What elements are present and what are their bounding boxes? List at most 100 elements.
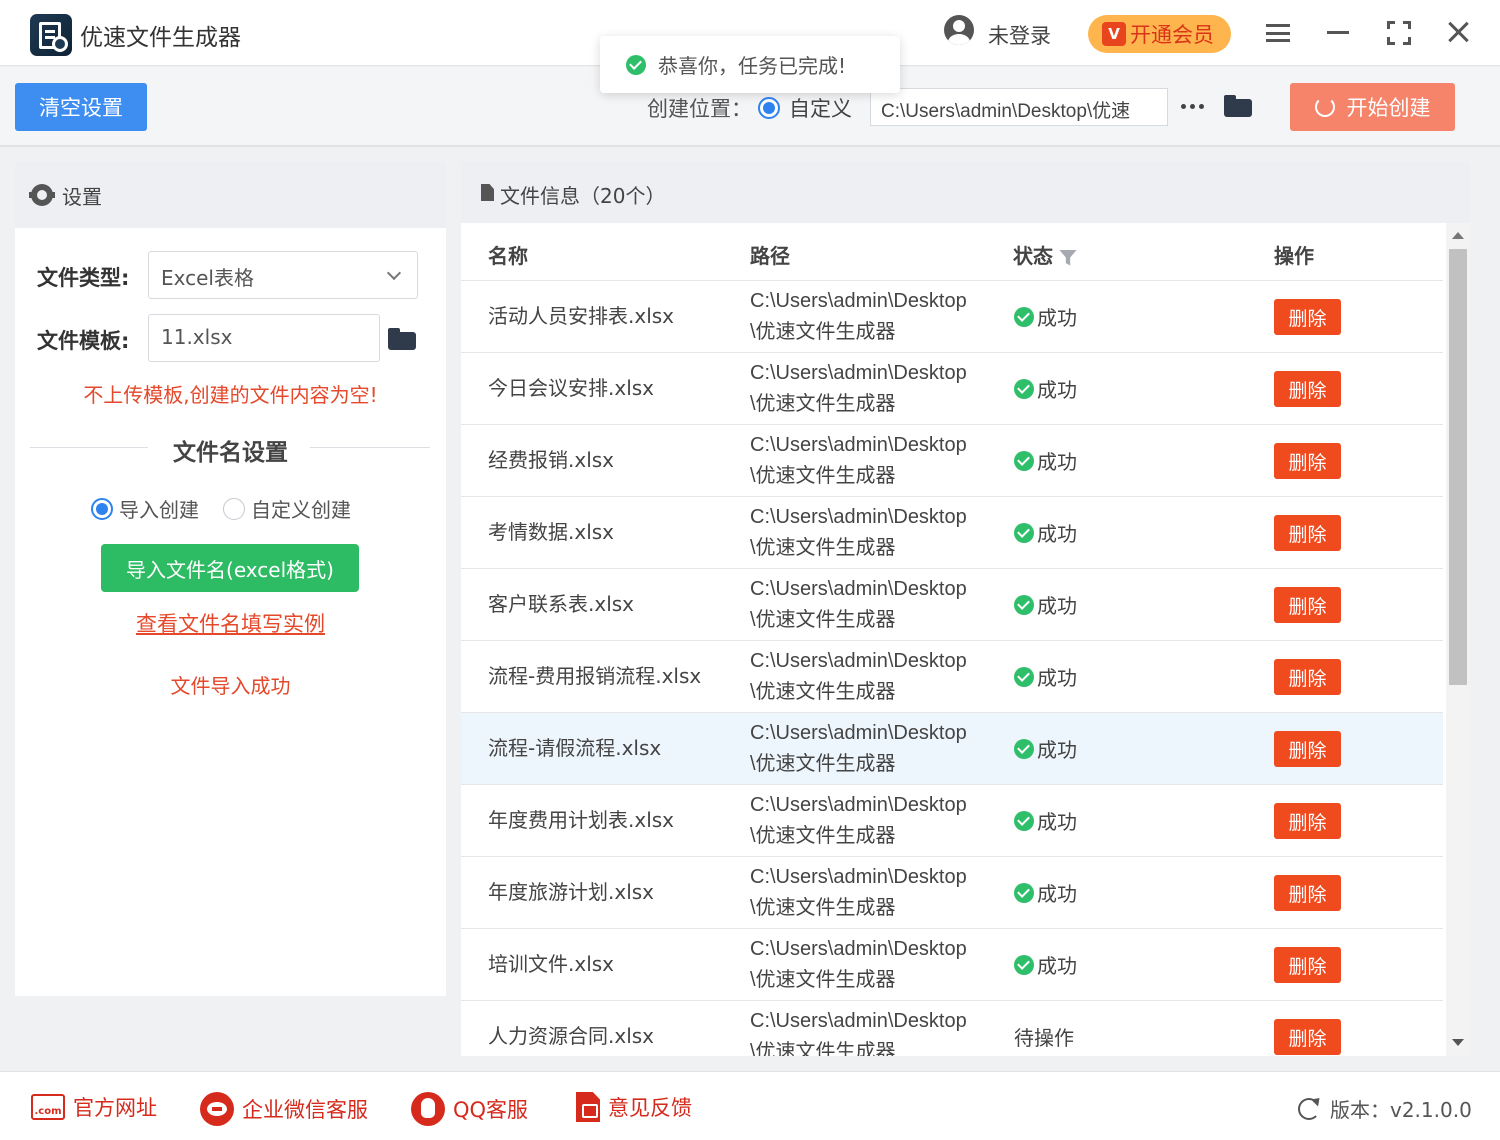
- radio-import-create[interactable]: 导入创建: [91, 494, 199, 523]
- delete-button[interactable]: 删除: [1274, 371, 1341, 407]
- check-circle-icon: [1014, 666, 1034, 687]
- check-circle-icon: [1014, 810, 1034, 831]
- template-input[interactable]: 11.xlsx: [148, 314, 380, 362]
- cell-status: 成功: [1014, 281, 1077, 352]
- cell-status: 成功: [1014, 497, 1077, 568]
- cell-file-name: 流程-费用报销流程.xlsx: [488, 664, 702, 688]
- delete-button[interactable]: 删除: [1274, 443, 1341, 479]
- import-filenames-button[interactable]: 导入文件名(excel格式): [101, 544, 359, 592]
- status-text: 成功: [1037, 738, 1077, 762]
- table-row[interactable]: 年度费用计划表.xlsx C:\Users\admin\Desktop\优速文件生…: [461, 785, 1443, 857]
- delete-button[interactable]: 删除: [1274, 803, 1341, 839]
- clear-settings-button[interactable]: 清空设置: [15, 83, 147, 131]
- check-circle-icon: [1014, 594, 1034, 615]
- start-create-button[interactable]: 开始创建: [1290, 83, 1455, 131]
- loading-icon: [1314, 97, 1335, 117]
- radio-custom-indicator[interactable]: [223, 497, 245, 520]
- output-path-input[interactable]: C:\Users\admin\Desktop\优速: [870, 88, 1168, 126]
- file-info-header: 文件信息（20个）: [461, 162, 1470, 223]
- template-warning: 不上传模板,创建的文件内容为空!: [83, 383, 378, 407]
- status-text: 成功: [1037, 666, 1077, 690]
- delete-button[interactable]: 删除: [1274, 299, 1341, 335]
- wechat-icon: [200, 1092, 234, 1126]
- file-info-panel: 文件信息（20个） 名称 路径 状态 操作 活动人员安排表.xlsx C:\Use…: [461, 162, 1470, 1056]
- table-row[interactable]: 年度旅游计划.xlsx C:\Users\admin\Desktop\优速文件生成…: [461, 857, 1443, 929]
- radio-import-indicator[interactable]: [91, 497, 113, 520]
- table-row[interactable]: 客户联系表.xlsx C:\Users\admin\Desktop\优速文件生成器…: [461, 569, 1443, 641]
- maximize-icon[interactable]: [1387, 21, 1411, 45]
- table-row[interactable]: 经费报销.xlsx C:\Users\admin\Desktop\优速文件生成器 成…: [461, 425, 1443, 497]
- filename-example-link[interactable]: 查看文件名填写实例: [15, 608, 446, 638]
- scroll-down-icon[interactable]: [1452, 1039, 1464, 1046]
- file-table-body: 活动人员安排表.xlsx C:\Users\admin\Desktop\优速文件生…: [461, 281, 1443, 1056]
- scroll-thumb[interactable]: [1449, 249, 1467, 685]
- version-info[interactable]: 版本：v2.1.0.0: [1298, 1094, 1472, 1123]
- template-folder-icon[interactable]: [388, 328, 416, 350]
- delete-button[interactable]: 删除: [1274, 659, 1341, 695]
- qq-service-link[interactable]: QQ客服: [411, 1092, 528, 1126]
- settings-header: 设置: [15, 162, 446, 228]
- delete-button[interactable]: 删除: [1274, 515, 1341, 551]
- gear-icon: [29, 184, 55, 206]
- more-dots-icon[interactable]: [1181, 104, 1204, 109]
- delete-button[interactable]: 删除: [1274, 1019, 1341, 1055]
- cell-file-name: 今日会议安排.xlsx: [488, 376, 655, 400]
- cell-file-path: C:\Users\admin\Desktop\优速文件生成器: [750, 506, 967, 559]
- table-row[interactable]: 考情数据.xlsx C:\Users\admin\Desktop\优速文件生成器 成…: [461, 497, 1443, 569]
- radio-import-label: 导入创建: [119, 498, 199, 522]
- status-text: 成功: [1037, 450, 1077, 474]
- app-logo-icon: [30, 14, 72, 56]
- feedback-icon: [576, 1092, 600, 1122]
- table-row[interactable]: 流程-请假流程.xlsx C:\Users\admin\Desktop\优速文件生…: [461, 713, 1443, 785]
- filter-icon[interactable]: [1059, 249, 1077, 266]
- minimize-icon[interactable]: [1327, 31, 1349, 34]
- check-circle-icon: [1014, 882, 1034, 903]
- table-row[interactable]: 培训文件.xlsx C:\Users\admin\Desktop\优速文件生成器 成…: [461, 929, 1443, 1001]
- column-status: 状态: [1013, 240, 1077, 269]
- menu-icon[interactable]: [1266, 24, 1290, 42]
- settings-title: 设置: [62, 185, 102, 209]
- template-label: 文件模板:: [37, 329, 130, 353]
- file-info-title: 文件信息（20个）: [500, 184, 666, 208]
- table-row[interactable]: 人力资源合同.xlsx C:\Users\admin\Desktop\优速文件生成…: [461, 1001, 1443, 1056]
- user-avatar-icon[interactable]: [944, 15, 974, 45]
- cell-file-name: 经费报销.xlsx: [488, 448, 615, 472]
- feedback-link[interactable]: 意见反馈: [576, 1092, 692, 1122]
- feedback-label: 意见反馈: [608, 1096, 692, 1120]
- cell-file-path: C:\Users\admin\Desktop\优速文件生成器: [750, 578, 967, 631]
- table-row[interactable]: 活动人员安排表.xlsx C:\Users\admin\Desktop\优速文件生…: [461, 281, 1443, 353]
- cell-status: 成功: [1014, 641, 1077, 712]
- radio-custom-create[interactable]: 自定义创建: [223, 494, 351, 523]
- file-type-select[interactable]: Excel表格: [148, 251, 418, 299]
- table-scrollbar[interactable]: [1446, 223, 1470, 1056]
- cell-file-name: 人力资源合同.xlsx: [488, 1024, 655, 1048]
- close-icon[interactable]: [1446, 20, 1470, 44]
- location-label: 创建位置：: [647, 97, 752, 121]
- location-custom-label[interactable]: 自定义: [789, 93, 852, 123]
- status-text: 成功: [1037, 594, 1077, 618]
- website-link[interactable]: .com 官方网址: [31, 1092, 157, 1122]
- vip-button[interactable]: V 开通会员: [1088, 15, 1231, 53]
- wechat-service-link[interactable]: 企业微信客服: [200, 1092, 368, 1126]
- column-path: 路径: [750, 244, 790, 268]
- refresh-icon: [1298, 1097, 1320, 1120]
- cell-file-name: 考情数据.xlsx: [488, 520, 615, 544]
- delete-button[interactable]: 删除: [1274, 587, 1341, 623]
- success-toast: 恭喜你，任务已完成!: [600, 36, 900, 93]
- file-icon: [481, 184, 494, 201]
- location-custom-radio[interactable]: [758, 97, 780, 119]
- delete-button[interactable]: 删除: [1274, 947, 1341, 983]
- scroll-up-icon[interactable]: [1452, 232, 1464, 239]
- table-row[interactable]: 今日会议安排.xlsx C:\Users\admin\Desktop\优速文件生成…: [461, 353, 1443, 425]
- chevron-down-icon: [386, 265, 402, 281]
- delete-button[interactable]: 删除: [1274, 875, 1341, 911]
- cell-file-name: 客户联系表.xlsx: [488, 592, 635, 616]
- delete-button[interactable]: 删除: [1274, 731, 1341, 767]
- login-status[interactable]: 未登录: [988, 20, 1051, 50]
- open-folder-icon[interactable]: [1224, 95, 1252, 117]
- cell-status: 成功: [1014, 857, 1077, 928]
- column-action: 操作: [1274, 244, 1314, 268]
- file-type-label: 文件类型:: [37, 266, 130, 290]
- table-row[interactable]: 流程-费用报销流程.xlsx C:\Users\admin\Desktop\优速文…: [461, 641, 1443, 713]
- cell-file-path: C:\Users\admin\Desktop\优速文件生成器: [750, 794, 967, 847]
